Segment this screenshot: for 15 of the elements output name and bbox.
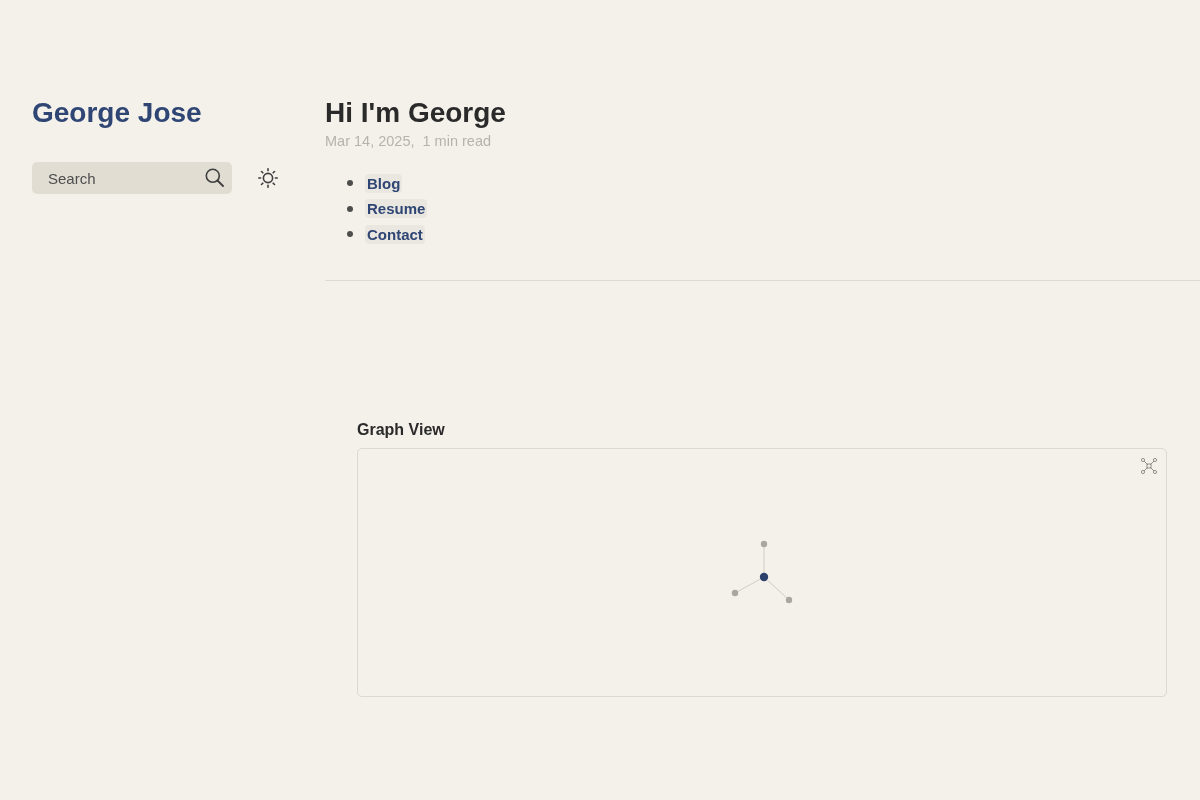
page-title: Hi I'm George xyxy=(325,96,506,130)
bullet-icon xyxy=(347,231,353,238)
site-title[interactable]: George Jose xyxy=(32,96,202,130)
bullet-icon xyxy=(347,205,353,212)
graph-icon[interactable] xyxy=(1140,456,1158,475)
nav-link[interactable]: Blog xyxy=(365,173,403,193)
graph-title: Graph View xyxy=(357,419,445,440)
sun-icon[interactable] xyxy=(258,168,278,188)
search-icon[interactable] xyxy=(205,168,224,187)
nav-link[interactable]: Contact xyxy=(365,224,425,244)
node-graph[interactable] xyxy=(731,540,793,604)
search-field[interactable]: Search xyxy=(32,162,232,194)
post-meta: Mar 14, 2025, 1 min read xyxy=(325,132,492,151)
bullet-icon xyxy=(347,180,353,187)
nav-link[interactable]: Resume xyxy=(365,199,428,219)
